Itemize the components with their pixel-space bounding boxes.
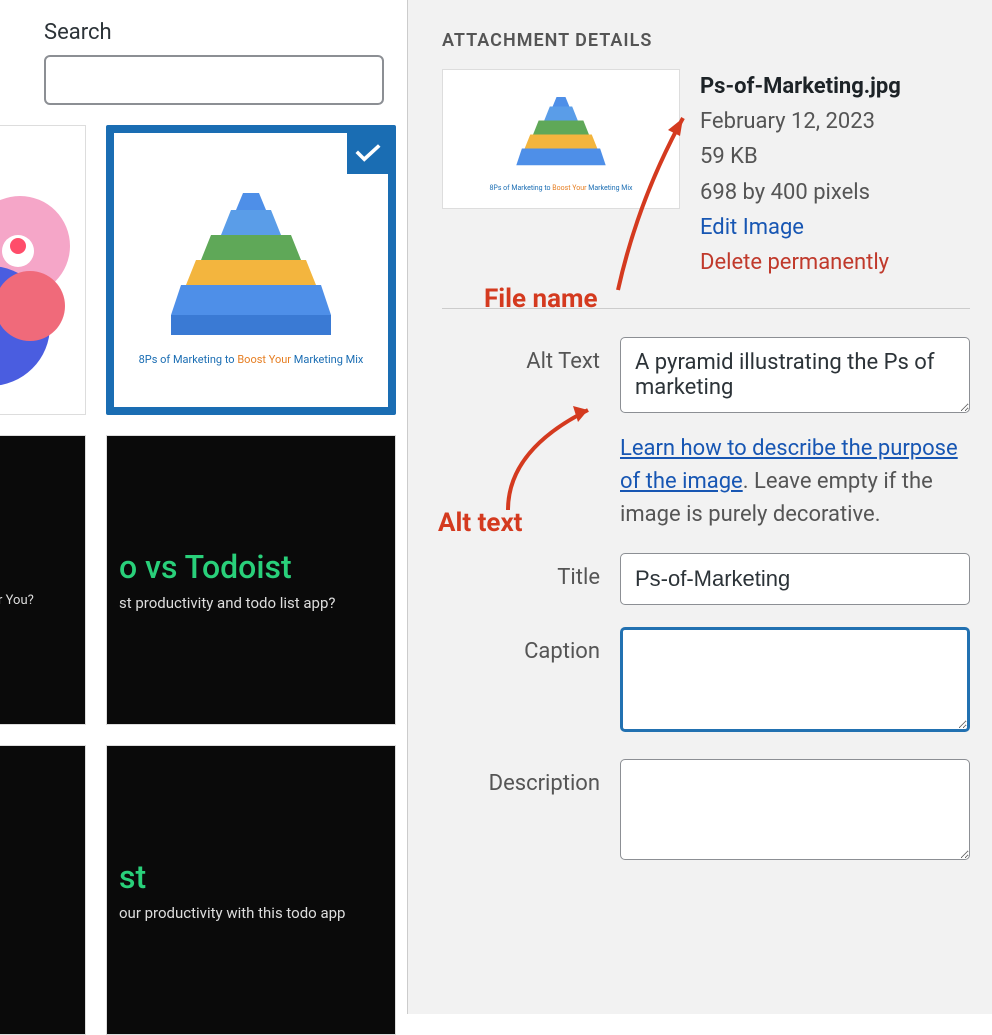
selected-check-icon	[344, 129, 392, 177]
description-input[interactable]	[620, 759, 970, 860]
description-label: Description	[442, 759, 620, 796]
pyramid-icon	[496, 87, 626, 182]
thumbnail-item[interactable]: o vs Todoist st productivity and todo li…	[106, 435, 396, 725]
thumbnail-item[interactable]: st our productivity with this todo app	[106, 745, 396, 1035]
attachment-meta: Ps-of-Marketing.jpg February 12, 2023 59…	[700, 69, 901, 280]
alt-text-input[interactable]: A pyramid illustrating the Ps of marketi…	[620, 337, 970, 413]
thumbnail-item[interactable]	[0, 125, 86, 415]
media-library-panel: Search	[0, 0, 408, 1014]
alt-text-help: Learn how to describe the purpose of the…	[620, 432, 970, 531]
attachment-dimensions: 698 by 400 pixels	[700, 175, 901, 210]
thumbnail-item[interactable]: o	[0, 745, 86, 1035]
search-label: Search	[44, 20, 387, 45]
divider	[442, 308, 970, 309]
delete-permanently-link[interactable]: Delete permanently	[700, 245, 901, 280]
attachment-date: February 12, 2023	[700, 104, 901, 139]
title-label: Title	[442, 553, 620, 590]
thumbnail-grid: 8Ps of Marketing to Boost Your Marketing…	[0, 125, 387, 1035]
search-input[interactable]	[44, 55, 384, 105]
attachment-preview: 8Ps of Marketing to Boost Your Marketing…	[442, 69, 680, 209]
caption-input[interactable]	[620, 627, 970, 732]
thumbnail-item[interactable]: o r You?	[0, 435, 86, 725]
attachment-size: 59 KB	[700, 139, 901, 174]
attachment-filename: Ps-of-Marketing.jpg	[700, 69, 901, 104]
edit-image-link[interactable]: Edit Image	[700, 210, 901, 245]
title-input[interactable]	[620, 553, 970, 605]
annotation-filename: File name	[484, 284, 598, 314]
details-header: ATTACHMENT DETAILS	[442, 30, 970, 51]
thumbnail-item-selected[interactable]: 8Ps of Marketing to Boost Your Marketing…	[106, 125, 396, 415]
pyramid-icon	[151, 175, 351, 345]
thumbnail-caption: 8Ps of Marketing to Boost Your Marketing…	[129, 353, 374, 366]
caption-label: Caption	[442, 627, 620, 664]
attachment-details-panel: ATTACHMENT DETAILS 8Ps of Marketing to B…	[408, 0, 992, 1014]
alt-text-label: Alt Text	[442, 337, 620, 374]
